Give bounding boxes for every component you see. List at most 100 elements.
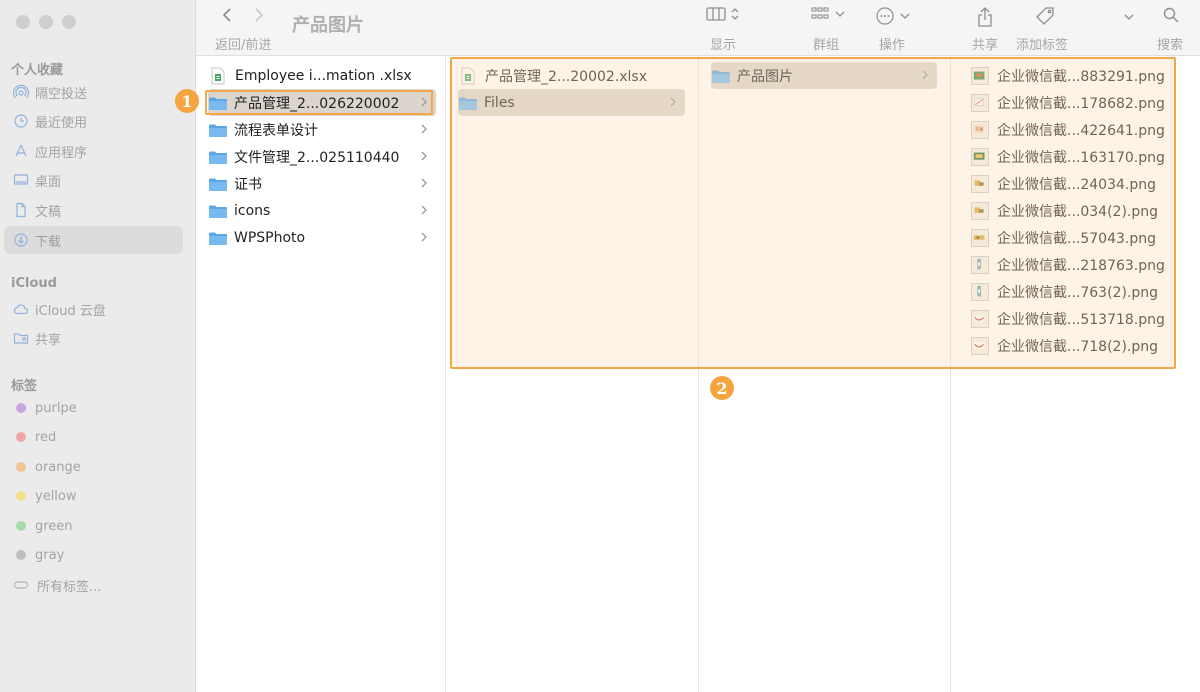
sidebar-item-label: 所有标签...	[37, 579, 102, 595]
window-controls	[16, 15, 76, 29]
all-tags-icon	[13, 581, 29, 589]
back-arrow-icon[interactable]	[220, 6, 234, 24]
minimize-window-button[interactable]	[39, 15, 53, 29]
document-icon	[16, 202, 26, 218]
tags-section-title: 标签	[11, 379, 38, 394]
search-button[interactable]	[1162, 6, 1180, 24]
sidebar-item-documents[interactable]: 文稿	[4, 196, 183, 224]
chevron-down-icon	[835, 11, 845, 17]
folder-icon	[209, 205, 227, 218]
sidebar-tag-gray[interactable]: gray	[4, 541, 183, 569]
group-grid-icon	[811, 7, 829, 19]
file-name: Employee i...mation .xlsx	[235, 67, 412, 84]
annotation-highlight-1	[205, 90, 433, 115]
toolbar-overflow-button[interactable]	[1122, 10, 1136, 24]
sidebar-item-shared[interactable]: 共享	[4, 324, 183, 352]
shared-folder-icon	[13, 333, 29, 344]
folder-icon	[209, 232, 227, 245]
search-label: 搜索	[1157, 38, 1184, 53]
folder-icon	[209, 178, 227, 191]
tag-color-dot	[16, 462, 26, 472]
view-button[interactable]	[706, 6, 740, 22]
sidebar-item-label: 文稿	[35, 204, 62, 220]
sidebar-tag-green[interactable]: green	[4, 512, 183, 540]
action-label: 操作	[879, 38, 906, 53]
folder-icon	[209, 124, 227, 137]
chevron-right-icon	[421, 124, 427, 134]
chevron-right-icon	[421, 151, 427, 161]
annotation-badge-1: 1	[175, 89, 199, 113]
apps-icon	[15, 144, 27, 157]
forward-arrow-icon[interactable]	[252, 6, 266, 24]
sidebar-item-label: 应用程序	[35, 145, 88, 161]
tag-color-dot	[16, 521, 26, 531]
sidebar-item-label: 最近使用	[35, 115, 88, 131]
sidebar-item-desktop[interactable]: 桌面	[4, 166, 183, 194]
clock-icon	[14, 114, 28, 128]
columns-view-icon	[706, 7, 726, 21]
sidebar: 个人收藏 隔空投送 最近使用 应用程序 桌面 文稿 下载 iCloud iClo…	[0, 0, 196, 692]
sidebar-tag-purple[interactable]: purlpe	[4, 394, 183, 422]
tag-color-dot	[16, 550, 26, 560]
favorites-section-title: 个人收藏	[11, 63, 64, 78]
sidebar-item-label: 隔空投送	[35, 86, 88, 102]
view-label: 显示	[710, 38, 737, 53]
action-button[interactable]	[875, 6, 911, 26]
chevron-down-icon	[1124, 14, 1134, 20]
sidebar-item-airdrop[interactable]: 隔空投送	[4, 78, 183, 106]
add-tag-button[interactable]	[1034, 6, 1056, 28]
annotation-highlight-2	[450, 57, 1176, 369]
sidebar-all-tags[interactable]: 所有标签...	[4, 571, 183, 599]
sidebar-item-icloud-drive[interactable]: iCloud 云盘	[4, 295, 183, 323]
sidebar-item-applications[interactable]: 应用程序	[4, 137, 183, 165]
sidebar-item-label: gray	[35, 547, 65, 563]
folder-name: 证书	[234, 176, 262, 193]
spreadsheet-file-icon	[211, 67, 225, 84]
folder-row[interactable]: 文件管理_2...025110440	[208, 143, 436, 170]
zoom-window-button[interactable]	[62, 15, 76, 29]
sidebar-item-label: 桌面	[35, 174, 62, 190]
folder-name: 文件管理_2...025110440	[234, 149, 400, 166]
sidebar-item-label: orange	[35, 459, 81, 475]
download-icon	[14, 233, 28, 247]
sidebar-tag-yellow[interactable]: yellow	[4, 482, 183, 510]
sidebar-item-downloads[interactable]: 下载	[4, 226, 183, 254]
share-icon	[978, 7, 992, 27]
folder-icon	[209, 151, 227, 164]
toolbar: 产品图片 返回/前进 显示 群组 操作 共享 添加标签 搜索	[196, 0, 1200, 56]
desktop-icon	[13, 174, 29, 185]
sidebar-item-label: iCloud 云盘	[35, 303, 106, 319]
more-ellipsis-icon	[876, 7, 894, 25]
sidebar-tag-red[interactable]: red	[4, 423, 183, 451]
chevron-right-icon	[421, 178, 427, 188]
search-icon	[1163, 7, 1179, 23]
folder-row[interactable]: 证书	[208, 170, 436, 197]
share-button[interactable]	[976, 6, 994, 28]
sidebar-item-recents[interactable]: 最近使用	[4, 107, 183, 135]
tag-color-dot	[16, 491, 26, 501]
sidebar-item-label: purlpe	[35, 400, 77, 416]
sidebar-tag-orange[interactable]: orange	[4, 453, 183, 481]
add-tag-label: 添加标签	[1016, 38, 1069, 53]
folder-row[interactable]: icons	[208, 197, 436, 224]
share-label: 共享	[972, 38, 999, 53]
file-row[interactable]: Employee i...mation .xlsx	[208, 62, 436, 89]
folder-name: icons	[234, 202, 271, 219]
cloud-icon	[13, 304, 29, 315]
close-window-button[interactable]	[16, 15, 30, 29]
nav-arrows	[220, 6, 266, 24]
sidebar-item-label: red	[35, 429, 57, 445]
airdrop-icon	[13, 84, 29, 99]
icloud-section-title: iCloud	[11, 276, 57, 291]
group-label: 群组	[813, 38, 840, 53]
folder-row[interactable]: WPSPhoto	[208, 224, 436, 251]
updown-chevron-icon	[731, 8, 739, 20]
sidebar-item-label: green	[35, 518, 73, 534]
folder-name: 流程表单设计	[234, 122, 318, 139]
group-button[interactable]	[810, 6, 846, 22]
chevron-right-icon	[421, 232, 427, 242]
folder-row[interactable]: 流程表单设计	[208, 116, 436, 143]
column-1: Employee i...mation .xlsx 产品管理_2...02622…	[196, 56, 446, 692]
tag-color-dot	[16, 432, 26, 442]
chevron-down-icon	[900, 13, 910, 19]
